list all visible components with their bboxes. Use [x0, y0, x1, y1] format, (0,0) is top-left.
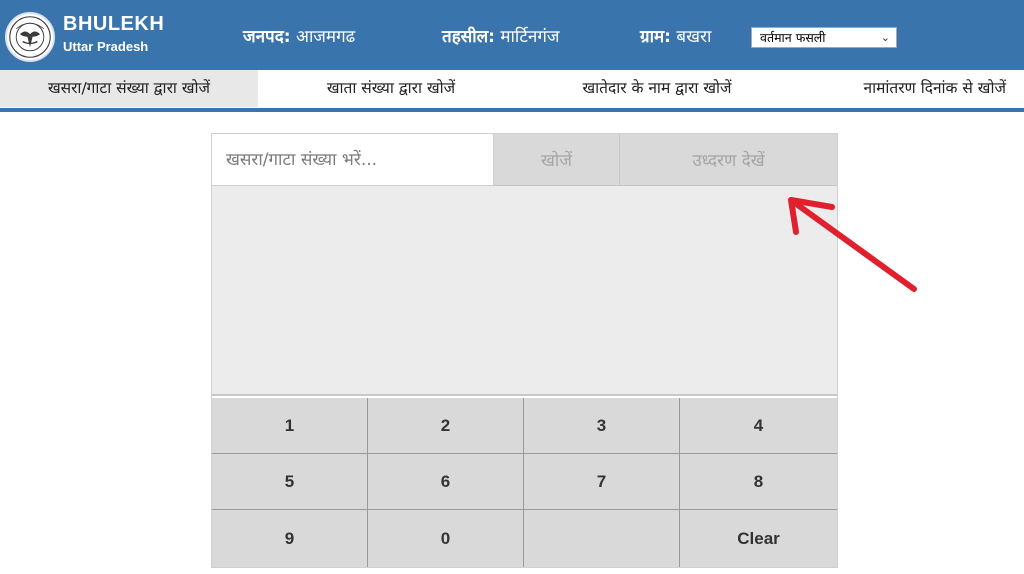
tab-khata-search[interactable]: खाता संख्या द्वारा खोजें [258, 70, 524, 107]
tab-owner-name-search[interactable]: खातेदार के नाम द्वारा खोजें [524, 70, 790, 107]
tehsil-info: तहसील: मार्टिनगंज [442, 24, 560, 47]
village-label: ग्राम: [640, 27, 671, 47]
results-list[interactable] [212, 186, 837, 396]
keypad-key-0[interactable]: 0 [368, 510, 524, 567]
tab-mutation-date-search[interactable]: नामांतरण दिनांक से खोजें [790, 70, 1024, 107]
keypad-key-5[interactable]: 5 [212, 454, 368, 510]
search-mode-tabs: खसरा/गाटा संख्या द्वारा खोजें खाता संख्य… [0, 70, 1024, 108]
district-info: जनपद: आजमगढ [243, 24, 355, 47]
number-keypad: 1 2 3 4 5 6 7 8 9 0 Clear [212, 398, 837, 567]
keypad-key-2[interactable]: 2 [368, 398, 524, 454]
keypad-key-7[interactable]: 7 [524, 454, 680, 510]
header-bar: BHULEKH Uttar Pradesh जनपद: आजमगढ तहसील:… [0, 0, 1024, 70]
view-extract-button[interactable]: उध्दरण देखें [620, 134, 837, 186]
search-panel: खोजें उध्दरण देखें 1 2 3 4 5 6 7 8 9 0 C… [211, 133, 838, 568]
search-button[interactable]: खोजें [494, 134, 620, 186]
fasli-year-select[interactable]: वर्तमान फसली ⌄ [751, 27, 897, 48]
tehsil-value: मार्टिनगंज [500, 27, 560, 47]
chevron-down-icon: ⌄ [880, 31, 890, 44]
up-emblem-logo [5, 12, 55, 62]
brand-subtitle: Uttar Pradesh [63, 39, 149, 54]
keypad-key-8[interactable]: 8 [680, 454, 837, 510]
village-info: ग्राम: बखरा [640, 24, 711, 47]
keypad-clear-button[interactable]: Clear [680, 510, 837, 567]
keypad-key-blank [524, 510, 680, 567]
khasra-number-input[interactable] [212, 134, 494, 186]
tab-khasra-search[interactable]: खसरा/गाटा संख्या द्वारा खोजें [0, 70, 258, 107]
village-value: बखरा [676, 27, 712, 47]
fasli-selected-value: वर्तमान फसली [760, 30, 826, 45]
tabs-divider [0, 108, 1024, 112]
keypad-key-9[interactable]: 9 [212, 510, 368, 567]
bhulekh-page: BHULEKH Uttar Pradesh जनपद: आजमगढ तहसील:… [0, 0, 1024, 574]
keypad-key-4[interactable]: 4 [680, 398, 837, 454]
district-label: जनपद: [243, 27, 291, 47]
keypad-key-6[interactable]: 6 [368, 454, 524, 510]
district-value: आजमगढ [295, 27, 356, 47]
tehsil-label: तहसील: [442, 27, 495, 47]
keypad-key-1[interactable]: 1 [212, 398, 368, 454]
keypad-key-3[interactable]: 3 [524, 398, 680, 454]
brand-title: BHULEKH [63, 13, 165, 35]
